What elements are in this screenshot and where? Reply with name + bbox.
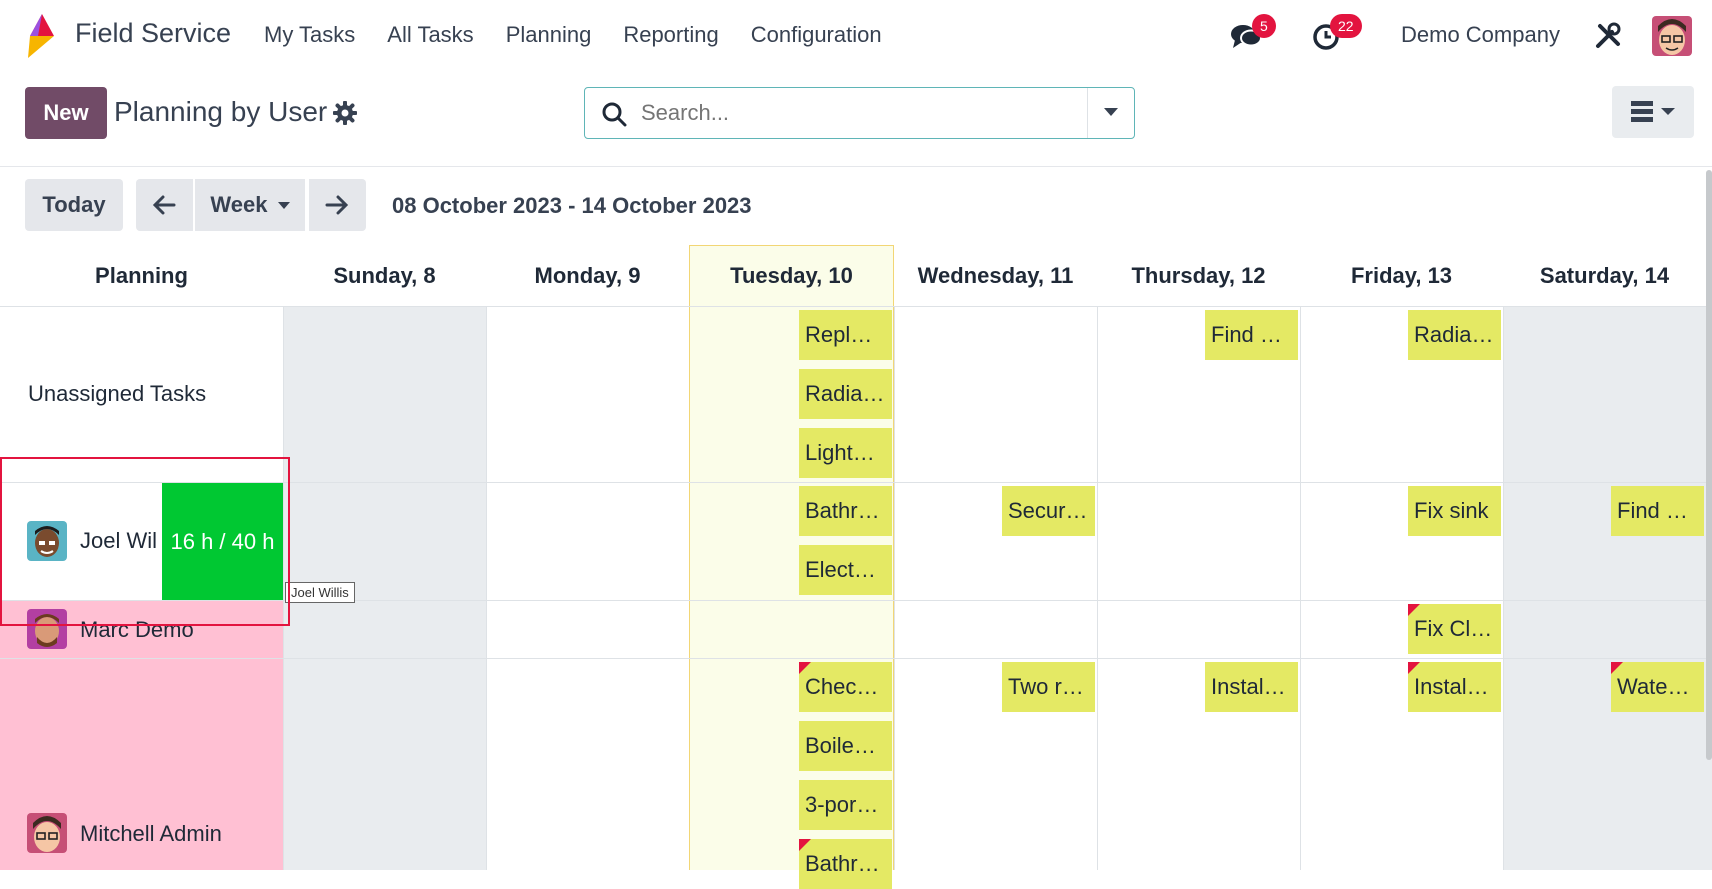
gear-icon[interactable] xyxy=(333,101,357,125)
task-pill[interactable]: Radia… xyxy=(799,369,892,419)
company-switcher[interactable]: Demo Company xyxy=(1401,22,1560,48)
day-header: Saturday, 14 xyxy=(1539,263,1670,288)
column-divider xyxy=(1300,306,1301,870)
task-pill[interactable]: Chec… xyxy=(799,662,892,712)
task-pill[interactable]: Repl… xyxy=(799,310,892,360)
scrollbar[interactable] xyxy=(1706,170,1712,760)
task-pill[interactable]: Find … xyxy=(1611,486,1704,536)
task-pill[interactable]: Boile… xyxy=(799,721,892,771)
scale-dropdown[interactable]: Week xyxy=(195,179,305,231)
activities-button[interactable]: 22 xyxy=(1310,14,1370,58)
search-icon xyxy=(602,102,627,127)
mitchell-admin-avatar xyxy=(27,813,67,853)
column-divider xyxy=(486,306,487,870)
search-input[interactable] xyxy=(641,98,1061,128)
caret-down-icon xyxy=(277,202,290,210)
column-divider xyxy=(1097,306,1098,870)
task-pill[interactable]: Fix Cl… xyxy=(1408,604,1501,654)
main-menu: My Tasks All Tasks Planning Reporting Co… xyxy=(264,22,914,48)
joel-willis-avatar xyxy=(27,521,67,561)
column-divider xyxy=(1503,306,1504,870)
task-pill[interactable]: Wate… xyxy=(1611,662,1704,712)
previous-period-button[interactable] xyxy=(136,179,193,231)
task-pill[interactable]: Two r… xyxy=(1002,662,1095,712)
row-label-unassigned: Unassigned Tasks xyxy=(28,381,207,406)
task-pill[interactable]: Secur… xyxy=(1002,486,1095,536)
menu-my-tasks[interactable]: My Tasks xyxy=(264,22,355,48)
day-header: Tuesday, 10 xyxy=(730,263,853,288)
menu-reporting[interactable]: Reporting xyxy=(623,22,718,48)
user-avatar[interactable] xyxy=(1652,16,1692,56)
app-name[interactable]: Field Service xyxy=(75,18,231,49)
avatar-icon xyxy=(27,521,67,561)
debug-tools-icon[interactable] xyxy=(1594,22,1622,50)
marc-demo-avatar xyxy=(27,609,67,649)
messages-button[interactable]: 5 xyxy=(1228,14,1278,58)
messages-count-badge: 5 xyxy=(1252,14,1276,38)
menu-planning[interactable]: Planning xyxy=(506,22,592,48)
menu-all-tasks[interactable]: All Tasks xyxy=(387,22,473,48)
menu-configuration[interactable]: Configuration xyxy=(751,22,882,48)
row-divider xyxy=(0,600,1712,601)
row-divider xyxy=(0,658,1712,659)
column-divider xyxy=(283,306,284,870)
date-range: 08 October 2023 - 14 October 2023 xyxy=(392,193,752,218)
row-label-joel-willis: Joel Wil xyxy=(80,528,158,553)
top-navbar: Field Service My Tasks All Tasks Plannin… xyxy=(0,0,1712,72)
task-pill[interactable]: Radia… xyxy=(1408,310,1501,360)
task-pill[interactable]: Instal… xyxy=(1408,662,1501,712)
next-period-button[interactable] xyxy=(309,179,366,231)
search-bar[interactable] xyxy=(584,87,1135,139)
page-title: Planning by User xyxy=(114,96,328,127)
day-header: Thursday, 12 xyxy=(1131,263,1266,288)
day-header: Sunday, 8 xyxy=(333,263,436,288)
layout-switcher-button[interactable] xyxy=(1612,86,1694,138)
day-header: Friday, 13 xyxy=(1350,263,1453,288)
planning-row-header: Planning xyxy=(95,263,188,288)
task-pill[interactable]: 3-por… xyxy=(799,780,892,830)
task-pill[interactable]: Find … xyxy=(1205,310,1298,360)
task-pill[interactable]: Elect… xyxy=(799,545,892,595)
task-pill[interactable]: Light… xyxy=(799,428,892,478)
avatar-icon xyxy=(27,609,67,649)
task-pill[interactable]: Bathr… xyxy=(799,839,892,889)
new-button[interactable]: New xyxy=(25,87,107,139)
user-avatar-icon xyxy=(1652,16,1692,56)
search-options-toggle[interactable] xyxy=(1087,88,1135,138)
row-label-mitchell-admin: Mitchell Admin xyxy=(80,821,222,846)
workload-progress[interactable]: 16 h / 40 h xyxy=(162,483,283,600)
header-divider xyxy=(0,306,1712,307)
row-label-marc-demo: Marc Demo xyxy=(80,617,194,642)
task-pill[interactable]: Fix sink xyxy=(1408,486,1501,536)
day-header: Wednesday, 11 xyxy=(917,263,1074,288)
scale-label: Week xyxy=(210,192,268,217)
task-pill[interactable]: Instal… xyxy=(1205,662,1298,712)
activities-count-badge: 22 xyxy=(1330,14,1362,38)
field-service-logo-icon[interactable] xyxy=(24,14,60,58)
row-tooltip: Joel Willis xyxy=(285,582,355,603)
task-pill[interactable]: Bathr… xyxy=(799,486,892,536)
list-layout-icon xyxy=(1631,101,1675,122)
day-header: Monday, 9 xyxy=(534,263,641,288)
arrow-left-icon xyxy=(152,195,176,215)
weekend-column-saturday xyxy=(1503,306,1712,870)
today-button[interactable]: Today xyxy=(25,179,123,231)
arrow-right-icon xyxy=(325,195,349,215)
avatar-icon xyxy=(27,813,67,853)
column-divider xyxy=(894,306,895,870)
caret-down-icon xyxy=(1104,108,1118,116)
